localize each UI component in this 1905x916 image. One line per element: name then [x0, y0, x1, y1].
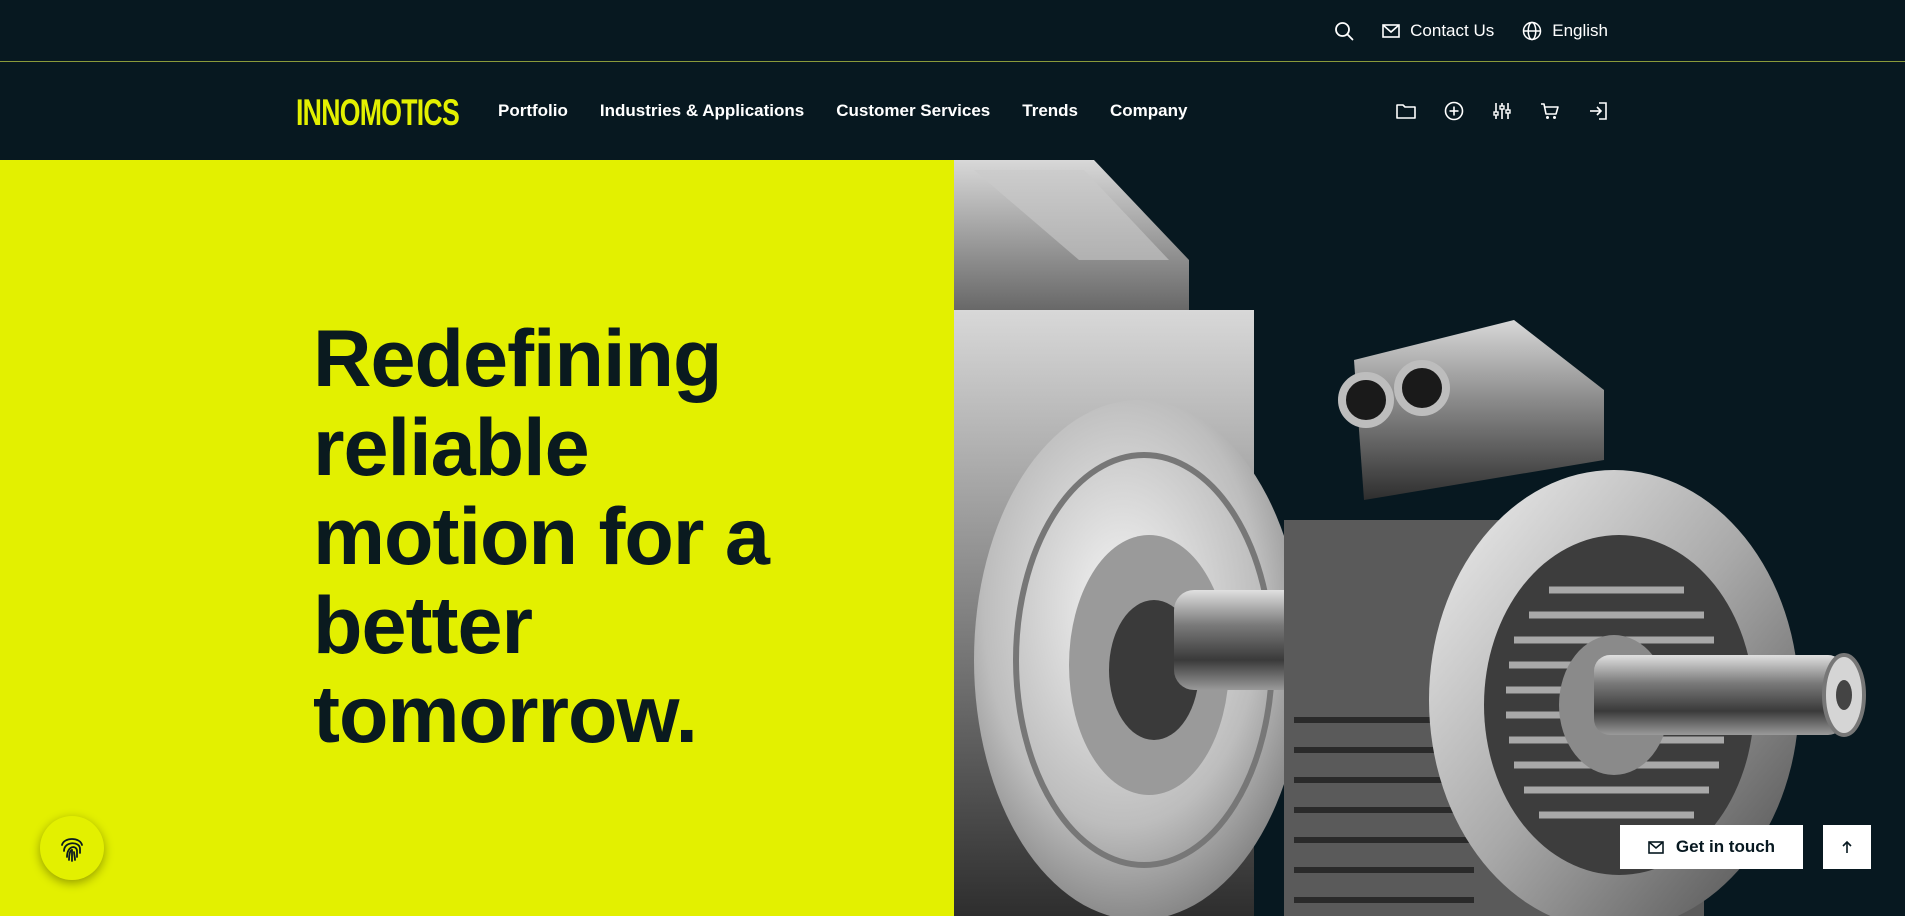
nav-item-portfolio[interactable]: Portfolio — [498, 101, 568, 121]
fingerprint-icon — [55, 831, 89, 865]
mail-icon — [1382, 24, 1400, 38]
plus-circle-icon[interactable] — [1443, 100, 1465, 122]
primary-nav: Portfolio Industries & Applications Cust… — [498, 62, 1187, 160]
contact-us-link[interactable]: Contact Us — [1382, 21, 1494, 41]
utility-bar: Contact Us English — [0, 0, 1905, 62]
hero-headline: Redefining reliable motion for a better … — [313, 314, 770, 760]
cart-icon[interactable] — [1539, 100, 1561, 122]
hero-section: Redefining reliable motion for a better … — [0, 160, 1905, 916]
sliders-icon[interactable] — [1491, 100, 1513, 122]
electric-motor-image — [954, 160, 1905, 916]
scroll-to-top-button[interactable] — [1823, 825, 1871, 869]
get-in-touch-button[interactable]: Get in touch — [1620, 825, 1803, 869]
hero-text-panel: Redefining reliable motion for a better … — [0, 160, 954, 916]
nav-icon-group — [1395, 62, 1609, 160]
privacy-settings-button[interactable] — [40, 816, 104, 880]
language-label: English — [1552, 21, 1608, 40]
nav-item-industries-applications[interactable]: Industries & Applications — [600, 101, 804, 121]
arrow-up-icon — [1841, 840, 1853, 854]
logo[interactable]: INNOMOTICS — [296, 92, 460, 134]
mail-icon — [1648, 840, 1664, 854]
contact-us-label: Contact Us — [1410, 21, 1495, 40]
nav-item-customer-services[interactable]: Customer Services — [836, 101, 990, 121]
nav-item-trends[interactable]: Trends — [1022, 101, 1078, 121]
login-icon[interactable] — [1587, 100, 1609, 122]
electric-motor-illustration — [954, 160, 1866, 916]
globe-icon — [1522, 21, 1542, 41]
search-icon[interactable] — [1334, 21, 1354, 41]
main-navigation: INNOMOTICS Portfolio Industries & Applic… — [0, 62, 1905, 160]
get-in-touch-label: Get in touch — [1675, 837, 1776, 856]
language-selector[interactable]: English — [1522, 21, 1608, 41]
nav-item-company[interactable]: Company — [1110, 101, 1187, 121]
folder-icon[interactable] — [1395, 100, 1417, 122]
utility-links: Contact Us English — [1334, 0, 1608, 62]
